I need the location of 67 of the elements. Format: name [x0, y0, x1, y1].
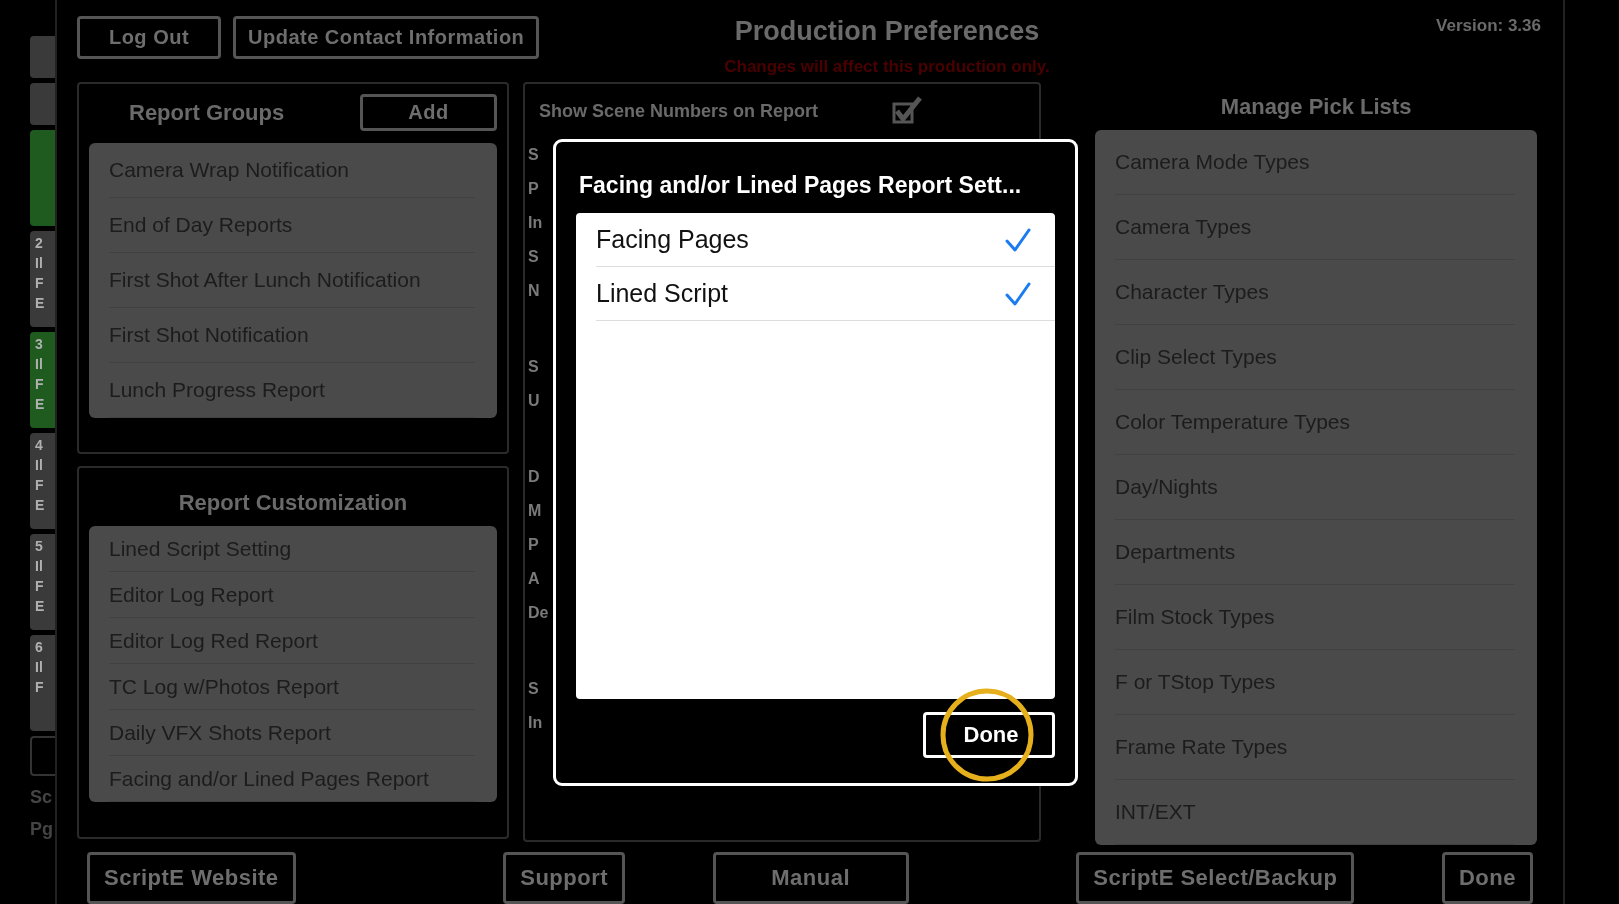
schedule-card[interactable]: 4 Il F E — [30, 433, 55, 529]
warning-text: Changes will affect this production only. — [724, 57, 1050, 77]
footer-button[interactable]: Done — [1441, 852, 1533, 904]
card-text: F — [35, 679, 45, 695]
card-text: F — [35, 275, 45, 291]
strip-label: Pg — [30, 819, 54, 840]
card-text: E — [35, 396, 46, 412]
setting-label: De — [528, 603, 549, 623]
option-row[interactable]: Facing Pages — [596, 213, 1055, 267]
setting-label: S — [528, 247, 539, 267]
footer-button[interactable]: ScriptE Select/Backup — [1076, 852, 1355, 904]
strip-button[interactable] — [30, 736, 55, 776]
setting-label: In — [528, 713, 543, 733]
setting-label: In — [528, 213, 543, 233]
card-text: 6 — [35, 639, 44, 655]
card-text: Il — [35, 659, 44, 675]
card-text: F — [35, 477, 45, 493]
card-text: 5 — [35, 538, 44, 554]
card-text: F — [35, 578, 45, 594]
footer-button[interactable]: Support — [503, 852, 626, 904]
checkbox-icon[interactable] — [892, 96, 923, 126]
card-text: 2 — [35, 235, 44, 251]
strip-label: Sc — [30, 787, 54, 808]
schedule-card[interactable]: 2 Il F E — [30, 231, 55, 327]
done-button[interactable]: Done — [923, 712, 1055, 758]
header-button[interactable]: Update Contact Information — [233, 16, 540, 59]
setting-label: S — [528, 145, 539, 165]
tap-highlight-icon — [939, 687, 1035, 783]
footer-button[interactable]: Manual — [712, 852, 909, 904]
schedule-card[interactable]: 5 Il F E — [30, 534, 55, 630]
card-text: Il — [35, 356, 44, 372]
footer-button[interactable]: ScriptE Website — [87, 852, 296, 904]
setting-label: S — [528, 357, 539, 377]
schedule-card[interactable]: 6 Il F — [30, 635, 55, 731]
card-text: 3 — [35, 336, 44, 352]
header-button[interactable]: Log Out — [77, 16, 221, 59]
option-label: Facing Pages — [596, 225, 749, 254]
schedule-card[interactable]: 3 Il F E — [30, 332, 55, 428]
card-text: E — [35, 295, 46, 311]
setting-label: D — [528, 467, 540, 487]
setting-label: S — [528, 679, 539, 699]
dialog-title: Facing and/or Lined Pages Report Sett... — [578, 172, 1023, 199]
schedule-card[interactable] — [30, 36, 55, 78]
section-title: Manage Pick Lists — [1219, 93, 1413, 121]
section-title: Report Customization — [177, 489, 409, 517]
section-title: Report Groups — [129, 99, 285, 126]
setting-label: M — [528, 501, 542, 521]
setting-label: U — [528, 391, 540, 411]
option-row[interactable]: Lined Script — [596, 267, 1055, 321]
page-title: Production Preferences — [734, 16, 1040, 47]
setting-label: A — [528, 569, 540, 589]
card-text: E — [35, 598, 46, 614]
setting-label: P — [528, 535, 539, 555]
card-text: Il — [35, 457, 44, 473]
card-text: 4 — [35, 437, 44, 453]
add-button[interactable]: Add — [360, 94, 497, 131]
card-text: Il — [35, 558, 44, 574]
setting-label: Show Scene Numbers on Report — [539, 100, 819, 122]
card-text: Il — [35, 255, 44, 271]
version-label: Version: 3.36 — [1436, 16, 1542, 36]
setting-label: N — [528, 281, 540, 301]
schedule-card[interactable] — [30, 130, 55, 226]
card-text: E — [35, 497, 46, 513]
option-label: Lined Script — [596, 279, 729, 308]
setting-label: P — [528, 179, 539, 199]
schedule-card[interactable] — [30, 83, 55, 125]
card-text: F — [35, 376, 45, 392]
